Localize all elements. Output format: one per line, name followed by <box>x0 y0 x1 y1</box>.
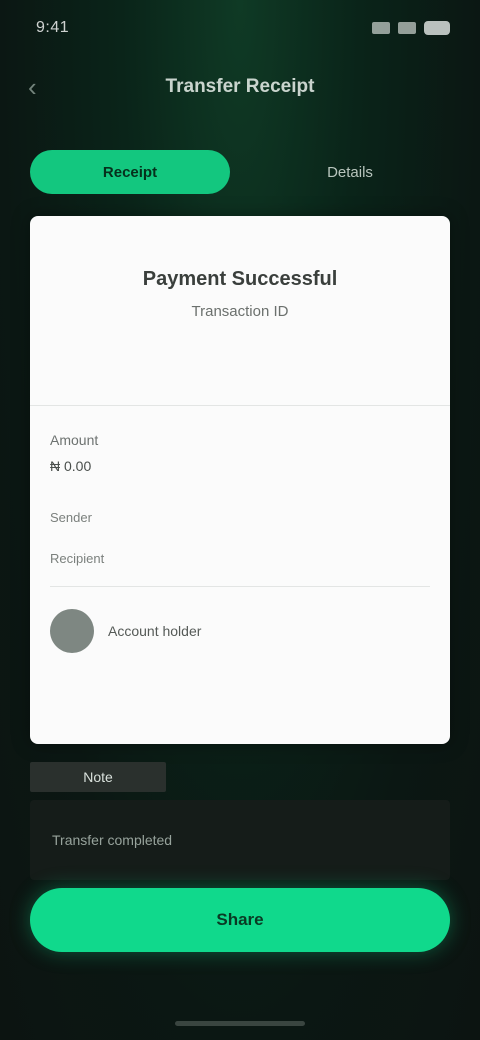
divider <box>50 586 430 587</box>
home-indicator <box>175 1021 305 1026</box>
amount-value: ₦ 0.00 <box>50 458 92 474</box>
account-name: Account holder <box>108 623 202 639</box>
receipt-body: Amount ₦ 0.00 Sender Recipient Account h… <box>30 406 450 653</box>
status-icons <box>372 21 450 35</box>
signal-icon <box>372 22 390 34</box>
receipt-header: Payment Successful Transaction ID <box>30 216 450 406</box>
back-arrow-icon[interactable]: ‹ <box>28 74 54 100</box>
amount-label: Amount <box>50 432 99 448</box>
note-box: Transfer completed <box>30 800 450 880</box>
app-screen: 9:41 ‹ Transfer Receipt Receipt Details … <box>0 0 480 1040</box>
receipt-subtitle: Transaction ID <box>191 303 289 320</box>
tab-bar: Receipt Details <box>30 150 450 194</box>
note-label: Note <box>30 762 166 792</box>
share-button[interactable]: Share <box>30 888 450 952</box>
receipt-card: Payment Successful Transaction ID Amount… <box>30 216 450 744</box>
wifi-icon <box>398 22 416 34</box>
tab-receipt[interactable]: Receipt <box>30 150 230 194</box>
page-title: Transfer Receipt <box>165 76 315 97</box>
status-bar: 9:41 <box>36 14 450 42</box>
status-time: 9:41 <box>36 19 70 36</box>
app-header: ‹ Transfer Receipt <box>0 62 480 112</box>
sender-row: Sender <box>50 510 92 525</box>
receipt-title: Payment Successful <box>142 268 338 290</box>
recipient-row: Recipient <box>50 551 105 566</box>
avatar <box>50 609 94 653</box>
account-row: Account holder <box>50 609 430 653</box>
battery-icon <box>424 21 450 35</box>
tab-details[interactable]: Details <box>250 150 450 194</box>
